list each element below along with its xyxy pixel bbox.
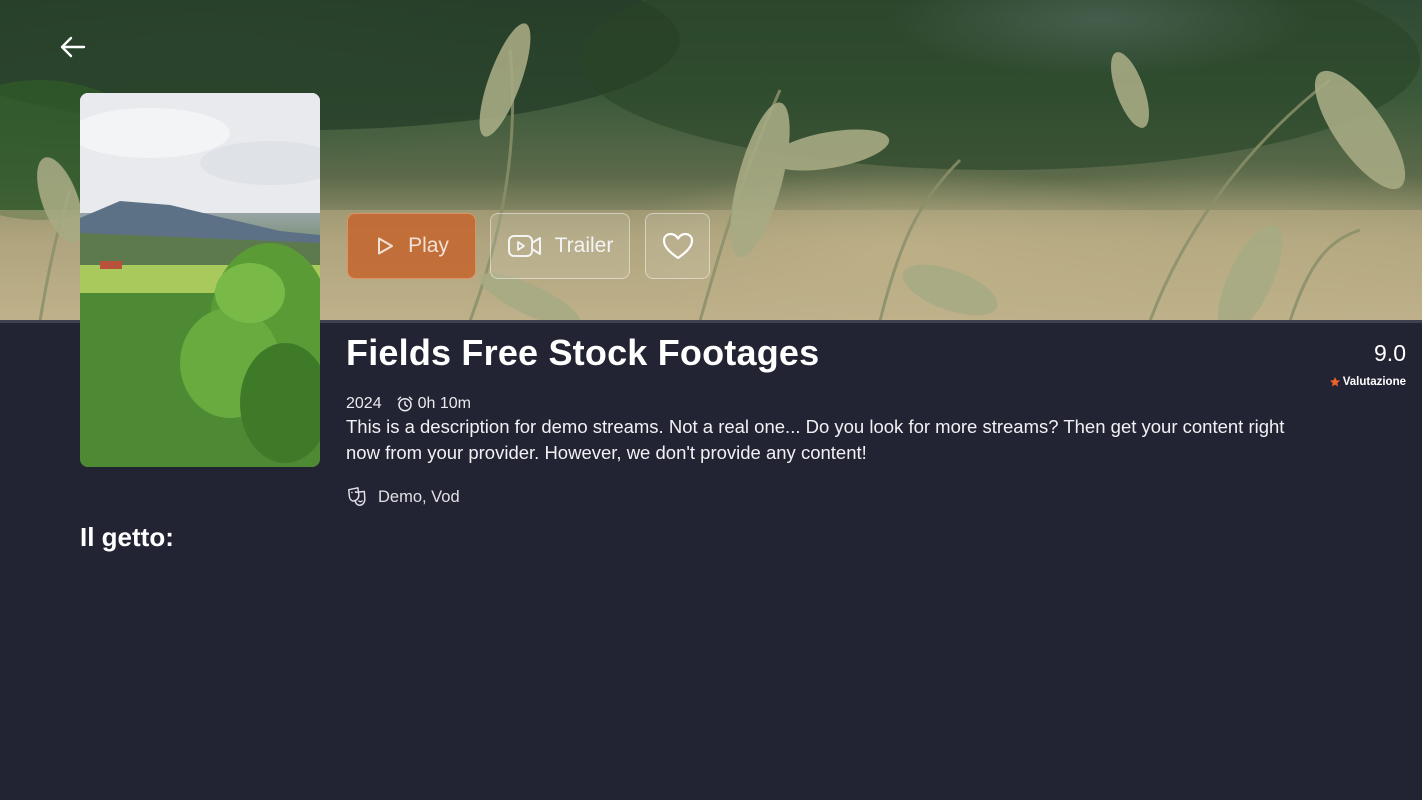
favorite-button[interactable] xyxy=(645,213,710,279)
play-button-label: Play xyxy=(408,234,449,257)
rating-label-text: Valutazione xyxy=(1342,376,1406,388)
movie-meta: 2024 0h 10m xyxy=(346,395,471,413)
trailer-button[interactable]: Trailer xyxy=(490,213,630,279)
cast-heading: Il getto: xyxy=(80,522,174,552)
trailer-button-label: Trailer xyxy=(554,234,614,257)
heart-icon xyxy=(662,232,693,260)
duration: 0h 10m xyxy=(396,395,471,413)
release-year: 2024 xyxy=(346,395,382,412)
rating-label: Valutazione xyxy=(1329,376,1406,388)
alarm-clock-icon xyxy=(397,396,413,412)
movie-description: This is a description for demo streams. … xyxy=(346,416,1285,463)
poster-landscape-image xyxy=(80,93,320,467)
play-icon xyxy=(378,237,394,255)
rating-value: 9.0 xyxy=(1374,340,1406,366)
genres-text: Demo, Vod xyxy=(378,487,460,506)
play-button[interactable]: Play xyxy=(347,213,476,279)
duration-text: 0h 10m xyxy=(417,395,471,412)
star-icon xyxy=(1329,377,1340,387)
arrow-left-icon xyxy=(60,36,86,58)
genre-list: Demo, Vod xyxy=(346,486,460,508)
back-button[interactable] xyxy=(56,30,90,64)
movie-title: Fields Free Stock Footages xyxy=(346,332,820,373)
video-camera-icon xyxy=(507,235,541,257)
theater-masks-icon xyxy=(348,487,366,506)
movie-poster xyxy=(80,93,320,467)
